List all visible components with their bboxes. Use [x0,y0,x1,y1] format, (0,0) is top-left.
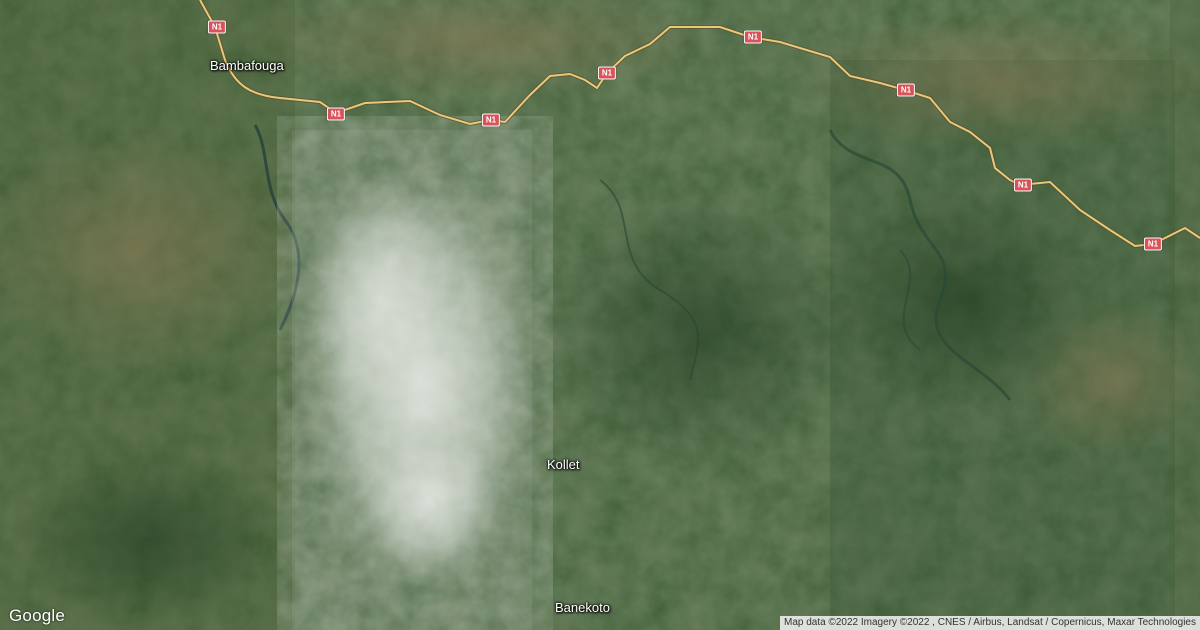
map-attribution: Map data ©2022 Imagery ©2022 , CNES / Ai… [780,616,1200,630]
place-label-bambafouga[interactable]: Bambafouga [210,58,284,73]
dense-forest-east [820,190,1100,410]
map-imagery[interactable] [0,0,1200,630]
road-shield-n1[interactable]: N1 [896,83,916,97]
road-shield-n1[interactable]: N1 [207,20,227,34]
place-label-banekoto[interactable]: Banekoto [555,600,610,615]
dense-forest-southwest [10,450,290,630]
road-shield-n1[interactable]: N1 [597,66,617,80]
satellite-map[interactable]: N1 N1 N1 N1 N1 N1 N1 N1 Bambafouga Kolle… [0,0,1200,630]
road-shield-n1[interactable]: N1 [326,107,346,121]
road-shield-n1[interactable]: N1 [1143,237,1163,251]
place-label-kollet[interactable]: Kollet [547,457,580,472]
google-logo[interactable]: Google [9,606,65,626]
road-shield-n1[interactable]: N1 [1013,178,1033,192]
road-shield-n1[interactable]: N1 [481,113,501,127]
cleared-land-northeast [780,10,1200,150]
cloud-texture [300,160,530,600]
road-shield-n1[interactable]: N1 [743,30,763,44]
dense-forest-center [540,190,860,470]
